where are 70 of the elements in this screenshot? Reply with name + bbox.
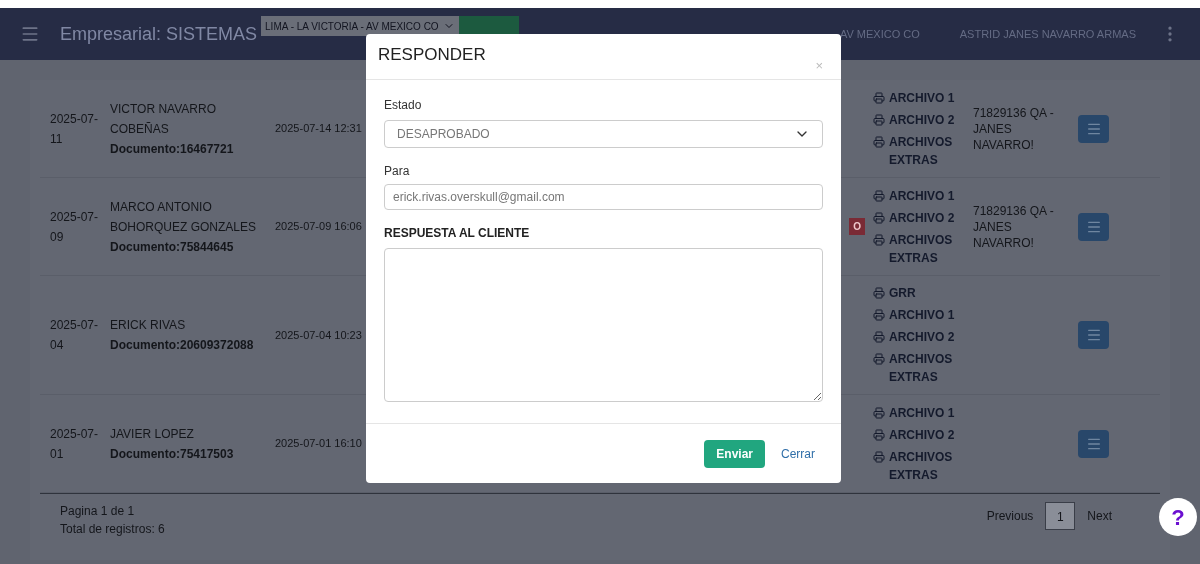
datetime-cell-text: 2025-07-14 12:31 xyxy=(275,121,363,137)
page-link[interactable]: 1 xyxy=(1045,502,1076,530)
printer-icon xyxy=(873,406,885,419)
close-link[interactable]: Cerrar xyxy=(773,439,823,468)
file-link[interactable]: ARCHIVOS EXTRAS xyxy=(873,447,973,484)
printer-icon xyxy=(873,287,885,299)
date-cell-text: 2025-07-09 xyxy=(49,208,100,246)
user-cell-text: 71829136 QA - JANES NAVARRO! xyxy=(973,104,1055,153)
actions-button[interactable] xyxy=(1078,212,1109,241)
field-label: Estado xyxy=(384,97,423,114)
file-link[interactable]: ARCHIVO 2 xyxy=(873,328,973,346)
datetime-cell-text: 2025-07-09 16:06 xyxy=(275,219,363,235)
document-number: Documento:75844645 xyxy=(110,238,235,256)
file-link[interactable]: ARCHIVO 1 xyxy=(873,88,973,107)
datetime-cell-text: 2025-07-01 16:10 xyxy=(275,436,363,452)
file-link[interactable]: ARCHIVOS EXTRAS xyxy=(873,230,973,267)
printer-icon xyxy=(873,211,885,224)
file-link[interactable]: ARCHIVO 2 xyxy=(873,425,973,444)
printer-icon xyxy=(873,450,885,463)
file-link[interactable]: ARCHIVO 2 xyxy=(873,110,973,129)
menu-icon xyxy=(1085,327,1102,343)
date-cell-text: 2025-07-01 xyxy=(49,425,100,463)
actions-button[interactable] xyxy=(1078,114,1109,143)
location-label: AV MEXICO CO xyxy=(839,26,920,42)
previous-link[interactable]: Previous xyxy=(978,502,1042,530)
user-cell-text: 71829136 QA - JANES NAVARRO! xyxy=(973,202,1055,251)
file-link[interactable]: ARCHIVOS EXTRAS xyxy=(873,350,973,386)
client-name: MARCO ANTONIO BOHORQUEZ GONZALES xyxy=(110,198,258,236)
printer-icon xyxy=(873,331,885,343)
close-button[interactable]: × xyxy=(815,55,823,75)
client-name: JAVIER LOPEZ xyxy=(110,425,195,443)
printer-icon xyxy=(873,91,885,104)
total-records: Total de registros: 6 xyxy=(60,521,165,538)
client-name: VICTOR NAVARRO COBEÑAS xyxy=(110,100,217,138)
document-number: Documento:16467721 xyxy=(110,140,235,158)
date-cell-text: 2025-07-11 xyxy=(49,110,100,148)
actions-button[interactable] xyxy=(1078,429,1109,458)
datetime-cell-text: 2025-07-04 10:23 xyxy=(275,327,363,343)
printer-icon xyxy=(873,113,885,126)
dialog-title: RESPONDER xyxy=(378,43,486,66)
send-button[interactable]: Enviar xyxy=(704,439,765,468)
status-badge: O xyxy=(849,218,865,235)
field-label: Para xyxy=(384,163,411,180)
user-name: ASTRID JANES NAVARRO ARMAS xyxy=(959,26,1136,42)
location-select[interactable]: LIMA - LA VICTORIA - AV MEXICO CO xyxy=(261,16,459,36)
status-select[interactable]: DESAPROBADO xyxy=(384,120,823,148)
menu-icon[interactable] xyxy=(20,24,40,44)
printer-icon xyxy=(873,309,885,321)
field-label: RESPUESTA AL CLIENTE xyxy=(384,225,531,242)
app-title: Empresarial: SISTEMAS xyxy=(60,22,258,46)
page-info: Pagina 1 de 1 xyxy=(60,503,136,520)
document-number: Documento:20609372088 xyxy=(110,337,255,354)
client-name: ERICK RIVAS xyxy=(110,317,187,334)
printer-icon xyxy=(873,233,885,246)
printer-icon xyxy=(873,428,885,441)
file-link[interactable]: ARCHIVOS EXTRAS xyxy=(873,132,973,169)
file-link[interactable]: ARCHIVO 1 xyxy=(873,306,973,324)
file-link[interactable]: ARCHIVO 1 xyxy=(873,186,973,205)
file-link[interactable]: GRR xyxy=(873,284,973,302)
actions-button[interactable] xyxy=(1078,321,1109,349)
printer-icon xyxy=(873,135,885,148)
email-field[interactable]: erick.rivas.overskull@gmail.com xyxy=(384,184,823,210)
date-cell-text: 2025-07-04 xyxy=(49,317,100,354)
response-field[interactable] xyxy=(384,248,823,402)
next-link[interactable]: Next xyxy=(1079,502,1120,530)
printer-icon xyxy=(873,353,885,365)
printer-icon xyxy=(873,189,885,202)
file-link[interactable]: ARCHIVO 1 xyxy=(873,403,973,422)
file-link[interactable]: ARCHIVO 2 xyxy=(873,208,973,227)
document-number: Documento:75417503 xyxy=(110,445,235,463)
